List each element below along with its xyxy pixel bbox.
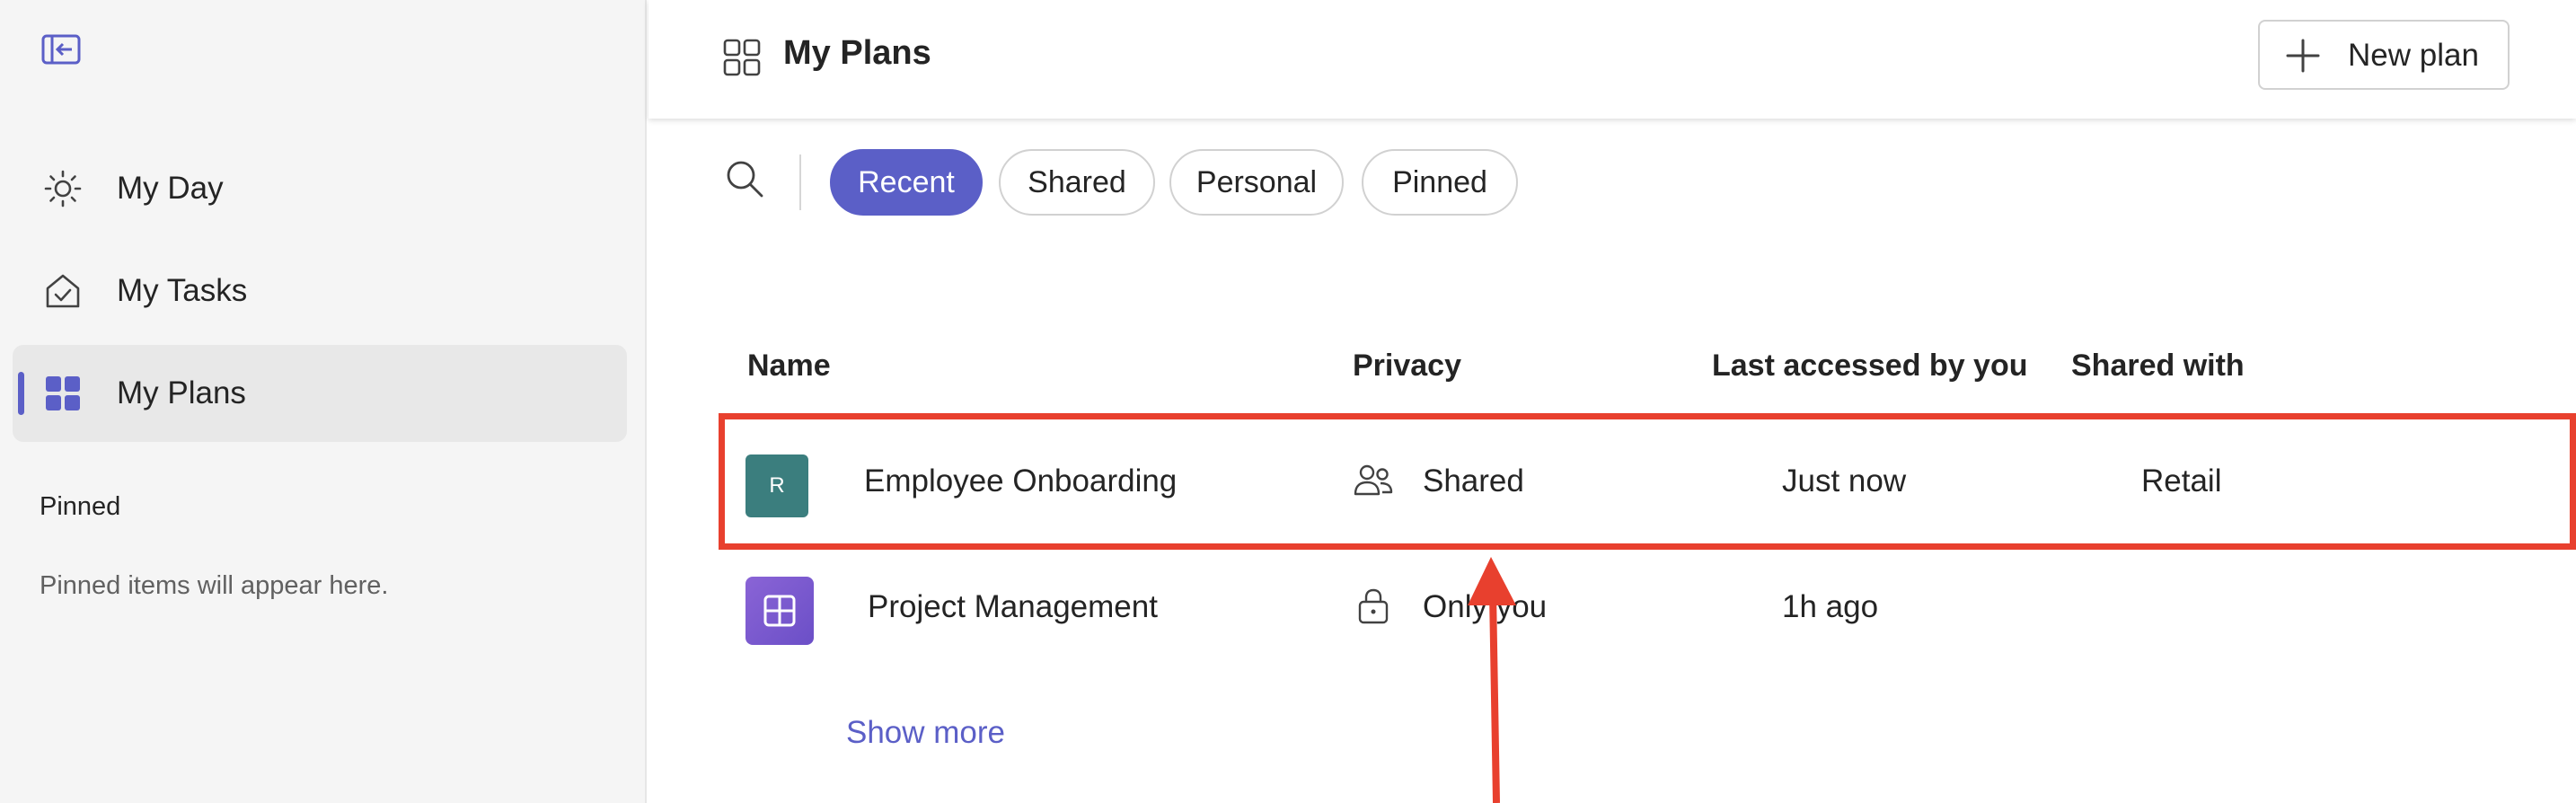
plan-board-icon — [745, 577, 814, 645]
panel-collapse-icon[interactable] — [41, 34, 81, 66]
main-content: My Plans New plan Recent Shared Personal… — [648, 0, 2576, 803]
new-plan-label: New plan — [2348, 38, 2479, 73]
new-plan-button[interactable]: New plan — [2258, 20, 2510, 90]
grid-icon — [43, 374, 83, 413]
home-check-icon — [43, 271, 83, 311]
filter-pill-recent[interactable]: Recent — [830, 149, 983, 216]
people-icon — [1353, 460, 1394, 501]
sidebar-item-label: My Tasks — [117, 273, 248, 308]
last-accessed-value: 1h ago — [1782, 589, 1879, 624]
active-indicator — [18, 372, 24, 415]
sidebar-item-my-day[interactable]: My Day — [13, 140, 627, 237]
page-header: My Plans New plan — [648, 0, 2576, 119]
filter-pill-shared[interactable]: Shared — [999, 149, 1155, 216]
sidebar: My Day My Tasks My Plans Pinned Pinned i… — [0, 0, 647, 803]
privacy-value: Shared — [1423, 463, 1524, 499]
sidebar-item-label: My Day — [117, 171, 224, 206]
column-header-name[interactable]: Name — [747, 349, 831, 384]
plan-name[interactable]: Employee Onboarding — [864, 463, 1177, 499]
filter-pill-pinned[interactable]: Pinned — [1362, 149, 1518, 216]
privacy-value: Only you — [1423, 589, 1548, 624]
shared-with-value: Retail — [2141, 463, 2222, 499]
sun-icon — [43, 169, 83, 208]
column-header-shared-with[interactable]: Shared with — [2071, 349, 2245, 384]
column-header-privacy[interactable]: Privacy — [1353, 349, 1461, 384]
lock-icon — [1353, 586, 1394, 627]
page-title: My Plans — [783, 34, 931, 72]
grid-outline-icon — [722, 38, 762, 77]
plan-name[interactable]: Project Management — [868, 589, 1158, 625]
pinned-empty-message: Pinned items will appear here. — [40, 571, 389, 600]
show-more-link[interactable]: Show more — [846, 715, 1005, 751]
sidebar-item-my-tasks[interactable]: My Tasks — [13, 243, 627, 340]
pinned-heading: Pinned — [40, 492, 121, 521]
filter-pill-personal[interactable]: Personal — [1169, 149, 1344, 216]
plus-icon — [2285, 38, 2321, 74]
table-row[interactable]: R Employee Onboarding Shared Just now Re… — [719, 424, 2551, 539]
sidebar-item-my-plans[interactable]: My Plans — [13, 345, 627, 442]
sidebar-item-label: My Plans — [117, 375, 246, 410]
search-icon[interactable] — [724, 158, 765, 199]
filter-divider — [799, 154, 801, 210]
plan-avatar: R — [745, 454, 808, 517]
column-header-last-accessed[interactable]: Last accessed by you — [1712, 349, 2028, 384]
table-row[interactable]: Project Management Only you 1h ago — [719, 550, 2551, 665]
last-accessed-value: Just now — [1782, 463, 1907, 499]
